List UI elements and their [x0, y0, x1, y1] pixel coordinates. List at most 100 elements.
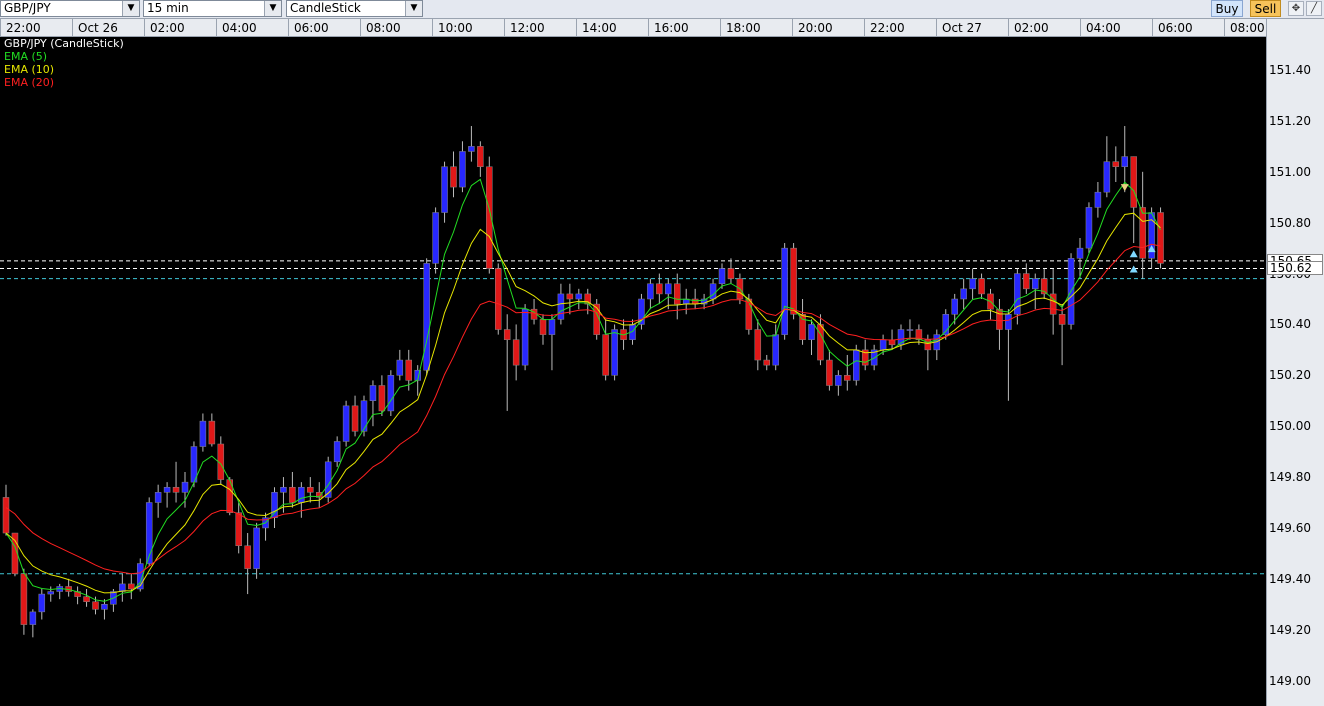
- chevron-down-icon[interactable]: ▼: [264, 1, 281, 16]
- chart-type-select[interactable]: CandleStick ▼: [286, 0, 423, 17]
- candle-body: [477, 146, 484, 167]
- candle-body: [2, 497, 10, 534]
- candle-body: [602, 334, 609, 376]
- symbol-select[interactable]: GBP/JPY ▼: [0, 0, 140, 17]
- candle-body: [360, 400, 368, 432]
- candle-body: [271, 492, 278, 519]
- price-tick-label: 150.00: [1269, 419, 1311, 434]
- candle-body: [101, 604, 108, 610]
- candle-body: [906, 329, 914, 331]
- candle-body: [996, 308, 1003, 330]
- price-tick-label: 149.40: [1269, 571, 1311, 586]
- legend-entry: EMA (10): [4, 63, 55, 76]
- candle-body: [781, 247, 788, 335]
- price-tick-label: 151.00: [1269, 164, 1311, 179]
- candle-body: [763, 359, 770, 366]
- price-tick-label: 151.20: [1269, 113, 1311, 128]
- candle-body: [289, 486, 296, 503]
- candle-body: [835, 375, 842, 386]
- candle-body: [879, 339, 887, 351]
- candle-body: [324, 461, 332, 498]
- chart-type-value: CandleStick: [290, 1, 361, 15]
- candle-body: [1157, 212, 1164, 264]
- candle-body: [647, 283, 654, 300]
- candle-body: [978, 278, 985, 295]
- candle-body: [521, 308, 529, 366]
- candle-body: [199, 420, 207, 447]
- crosshair-tool-icon[interactable]: ✥: [1288, 1, 1304, 16]
- price-tick-label: 150.40: [1269, 317, 1311, 332]
- candle-body: [163, 486, 171, 493]
- candle-body: [450, 166, 457, 188]
- candle-body: [1085, 207, 1093, 249]
- candle-body: [208, 420, 216, 445]
- candle-body: [790, 247, 797, 315]
- time-tick-label: 14:00: [576, 19, 648, 36]
- candle-body: [611, 329, 618, 376]
- candle-body: [754, 329, 762, 361]
- time-tick-label: 22:00: [0, 19, 72, 36]
- candle-body: [1032, 278, 1039, 290]
- candle-body: [244, 545, 251, 569]
- candle-body: [1076, 247, 1084, 259]
- candle-body: [772, 334, 779, 366]
- chevron-down-icon[interactable]: ▼: [405, 1, 422, 16]
- candle-body: [557, 293, 565, 320]
- candle-body: [29, 611, 37, 625]
- time-tick-label: 22:00: [864, 19, 936, 36]
- candle-body: [181, 481, 189, 493]
- candle-body: [396, 359, 404, 376]
- candle-body: [307, 486, 314, 493]
- candle-body: [1005, 314, 1012, 330]
- candle-body: [566, 293, 574, 300]
- buy-button[interactable]: Buy: [1211, 0, 1243, 17]
- price-tick-label: 149.20: [1269, 622, 1311, 637]
- candle-body: [83, 596, 90, 602]
- price-tick-label: 150.20: [1269, 368, 1311, 383]
- legend-entry: EMA (5): [4, 50, 48, 63]
- timeframe-select[interactable]: 15 min ▼: [143, 0, 282, 17]
- price-tick-label: 149.60: [1269, 520, 1311, 535]
- candle-body: [369, 385, 377, 402]
- line-tool-icon[interactable]: ╱: [1306, 1, 1322, 16]
- candle-body: [378, 385, 386, 412]
- candle-body: [280, 486, 287, 493]
- candle-body: [503, 329, 511, 340]
- candle-body: [1112, 161, 1120, 167]
- candle-body: [235, 512, 242, 546]
- candlestick-chart[interactable]: [0, 37, 1266, 706]
- price-tick-label: 149.80: [1269, 470, 1311, 485]
- sell-button[interactable]: Sell: [1250, 0, 1281, 17]
- ema-line-10: [5, 212, 1161, 594]
- candle-body: [1139, 207, 1146, 259]
- chevron-down-icon[interactable]: ▼: [122, 1, 139, 16]
- candle-body: [826, 359, 833, 386]
- candle-body: [342, 405, 350, 442]
- candle-body: [575, 293, 583, 300]
- candle-body: [298, 486, 305, 503]
- candle-body: [727, 268, 735, 279]
- legend-entry: GBP/JPY (CandleStick): [4, 37, 124, 50]
- candle-body: [718, 268, 726, 284]
- candle-body: [674, 283, 681, 305]
- candle-body: [92, 601, 99, 610]
- candle-body: [387, 375, 395, 412]
- time-tick-label: 20:00: [792, 19, 864, 36]
- legend-entry: EMA (20): [4, 76, 55, 89]
- candle-body: [468, 146, 475, 152]
- candle-body: [441, 166, 448, 213]
- candle-body: [333, 441, 341, 463]
- toolbar: GBP/JPY ▼ 15 min ▼ CandleStick ▼ Buy Sel…: [0, 0, 1324, 19]
- candle-body: [128, 583, 135, 590]
- candle-body: [351, 405, 359, 432]
- timeframe-value: 15 min: [147, 1, 189, 15]
- candle-body: [1023, 273, 1030, 290]
- time-tick-label: 10:00: [432, 19, 504, 36]
- time-tick-label: 18:00: [720, 19, 792, 36]
- time-tick-label: 06:00: [1152, 19, 1224, 36]
- time-tick-label: 02:00: [1008, 19, 1080, 36]
- candle-body: [20, 573, 28, 625]
- candle-body: [1130, 156, 1137, 208]
- candle-body: [512, 339, 520, 366]
- candle-body: [969, 278, 976, 290]
